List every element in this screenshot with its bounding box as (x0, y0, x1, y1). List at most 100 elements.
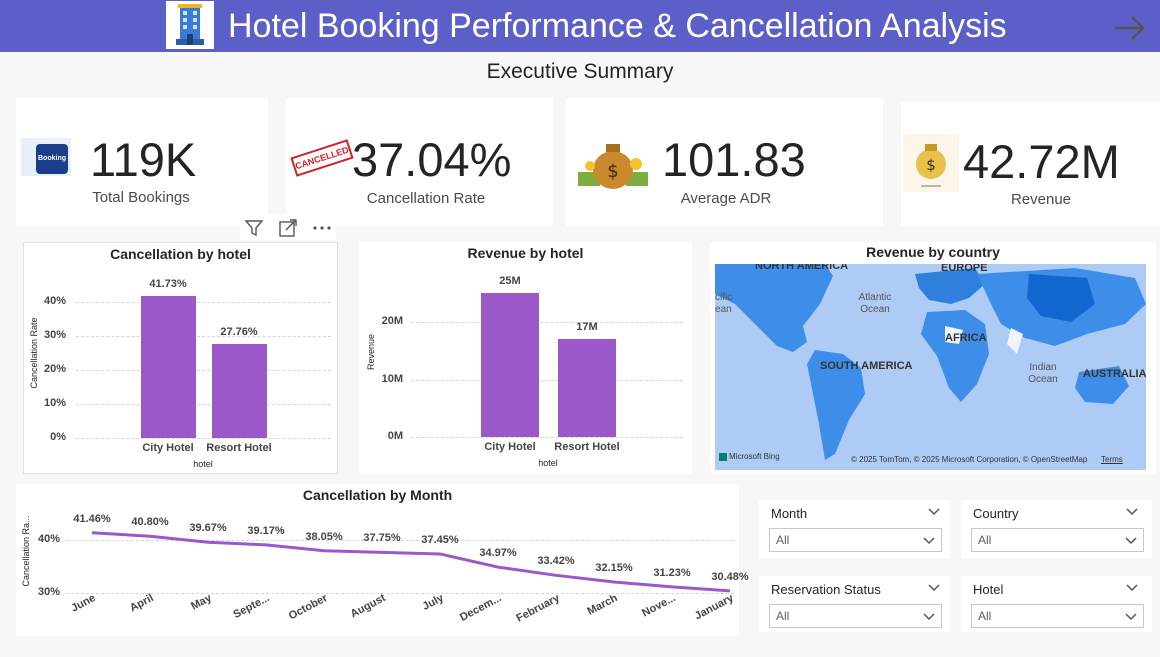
y-tick-label: 0% (50, 431, 66, 443)
chevron-down-icon[interactable] (1126, 584, 1138, 592)
grid-line (76, 404, 331, 405)
x-tick-label: Resort Hotel (554, 441, 620, 453)
slicer-month[interactable]: Month All (759, 500, 950, 558)
slicer-title: Reservation Status (771, 582, 881, 597)
grid-line (411, 437, 683, 438)
report-title: Hotel Booking Performance & Cancellation… (228, 7, 1007, 45)
bar (481, 293, 539, 437)
data-label: 17M (576, 321, 598, 334)
money-bag-icon: $ (576, 134, 650, 192)
map-label-pacific-ocean: cific ean (715, 292, 733, 315)
chart-title: Cancellation by hotel (110, 246, 251, 262)
slicer-reservation-status[interactable]: Reservation Status All (759, 576, 950, 632)
map-title: Revenue by country (866, 244, 1000, 260)
arrow-right-icon[interactable] (1112, 14, 1148, 42)
svg-text:$: $ (607, 161, 618, 182)
data-label: 27.76% (220, 325, 258, 338)
bar (211, 343, 267, 438)
map-label-europe: EUROPE (941, 264, 988, 274)
report-header: Hotel Booking Performance & Cancellation… (0, 0, 1160, 52)
slicer-dropdown[interactable]: All (971, 528, 1144, 552)
focus-mode-icon[interactable] (278, 218, 298, 238)
chevron-down-icon (923, 613, 935, 621)
revenue-bag-icon: $ (903, 134, 959, 192)
data-label: 31.23% (653, 566, 691, 579)
map-label-africa: AFRICA (945, 332, 987, 344)
y-tick-label: 20M (381, 315, 403, 328)
world-map[interactable]: NORTH AMERICA EUROPE Atlantic Ocean AFRI… (715, 264, 1146, 470)
slicer-country[interactable]: Country All (961, 500, 1152, 558)
data-label: 25M (499, 275, 521, 288)
data-label: 38.05% (305, 530, 343, 543)
filter-icon[interactable] (244, 218, 264, 238)
map-terms-link[interactable]: Terms (1101, 455, 1123, 464)
booking-logo-icon: Booking (21, 138, 71, 176)
kpi-card-cancellation-rate[interactable]: CANCELLED 37.04% Cancellation Rate (286, 98, 553, 226)
kpi-card-average-adr[interactable]: $ 101.83 Average ADR (566, 98, 883, 226)
map-label-south-america: SOUTH AMERICA (820, 360, 913, 372)
chevron-down-icon (923, 537, 935, 545)
kpi-card-total-bookings[interactable]: Booking 119K Total Bookings (16, 98, 268, 226)
x-axis-title: hotel (193, 459, 213, 469)
cancelled-stamp-text: CANCELLED (290, 139, 354, 177)
data-label: 41.46% (73, 512, 111, 525)
data-label: 40.80% (131, 516, 169, 529)
bar (558, 339, 616, 437)
slicer-hotel[interactable]: Hotel All (961, 576, 1152, 632)
chevron-down-icon[interactable] (928, 584, 940, 592)
kpi-card-revenue[interactable]: $ 42.72M Revenue (901, 102, 1160, 226)
y-tick-label: 10% (43, 397, 66, 409)
booking-logo-text: Booking (36, 144, 68, 174)
grid-line (76, 370, 331, 371)
y-tick-label: 10M (381, 372, 403, 385)
y-tick-label: 0M (387, 430, 403, 442)
data-label: 37.45% (421, 533, 459, 546)
data-label: 37.75% (363, 532, 401, 545)
grid-line (76, 438, 331, 439)
slicer-title: Country (973, 506, 1019, 521)
grid-line (76, 302, 331, 303)
kpi-value: 37.04% (352, 133, 512, 186)
more-options-icon[interactable] (312, 218, 332, 238)
kpi-label: Total Bookings (92, 189, 190, 206)
chevron-down-icon[interactable] (928, 508, 940, 516)
data-label: 41.73% (149, 278, 187, 291)
slicer-title: Month (771, 506, 808, 521)
revenue-by-hotel-chart[interactable]: Revenue by hotel Revenue 0M 10M 20M 25M Cit… (359, 242, 692, 474)
data-label: 34.97% (479, 547, 517, 560)
chart-title: Revenue by hotel (467, 245, 584, 261)
y-axis-title: Cancellation Rate (29, 317, 39, 389)
map-label-atlantic-ocean: Atlantic Ocean (858, 292, 892, 315)
slicer-dropdown[interactable]: All (769, 604, 942, 628)
chevron-down-icon[interactable] (1126, 508, 1138, 516)
kpi-value: 101.83 (662, 133, 806, 186)
line-path (91, 531, 731, 593)
slicer-dropdown[interactable]: All (971, 604, 1144, 628)
map-label-indian-ocean: Indian Ocean (1028, 362, 1058, 385)
cancelled-stamp-icon: CANCELLED (290, 139, 354, 177)
slicer-value: All (776, 609, 790, 623)
map-label-australia: AUSTRALIA (1083, 368, 1146, 380)
kpi-label: Revenue (1010, 191, 1072, 208)
data-label: 32.15% (595, 562, 633, 575)
kpi-label: Cancellation Rate (366, 190, 486, 207)
hotel-building-icon (166, 1, 214, 49)
kpi-value: 42.72M (963, 135, 1120, 188)
bing-icon (719, 452, 727, 461)
kpi-label: Average ADR (680, 190, 772, 207)
data-label: 33.42% (537, 555, 575, 568)
y-tick-label: 20% (43, 363, 66, 375)
slicer-value: All (978, 533, 992, 547)
cancellation-by-hotel-chart[interactable]: Cancellation by hotel Cancellation Rate … (23, 242, 338, 474)
data-label: 30.48% (711, 570, 749, 583)
x-axis-title: hotel (538, 458, 558, 468)
bing-logo: Microsoft Bing (719, 452, 780, 461)
cancellation-by-month-chart[interactable]: Cancellation by Month Cancellation Ra...… (16, 484, 749, 636)
y-tick-label: 40% (43, 295, 66, 307)
chevron-down-icon (1125, 537, 1137, 545)
slicer-dropdown[interactable]: All (769, 528, 942, 552)
slicer-title: Hotel (973, 582, 1004, 597)
slicer-value: All (978, 609, 992, 623)
bar (140, 296, 196, 438)
map-copyright: © 2025 TomTom, © 2025 Microsoft Corporat… (851, 455, 1088, 464)
